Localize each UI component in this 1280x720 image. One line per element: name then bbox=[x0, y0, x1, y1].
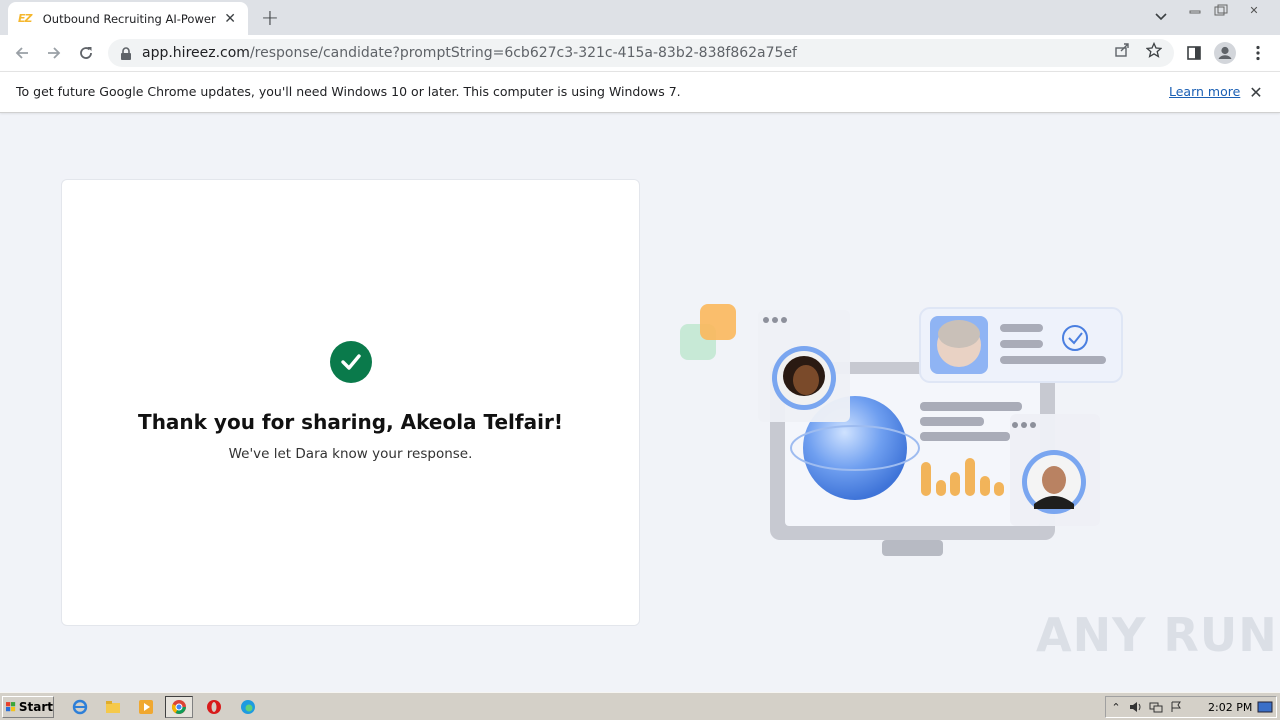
ie-icon[interactable] bbox=[66, 696, 94, 718]
network-icon[interactable] bbox=[1146, 698, 1166, 716]
edge-icon[interactable] bbox=[234, 696, 262, 718]
window-restore-icon[interactable] bbox=[1210, 1, 1232, 19]
browser-tab[interactable]: EZ Outbound Recruiting AI-Powered Pla ✕ bbox=[8, 2, 248, 35]
start-label: Start bbox=[18, 700, 53, 714]
card-dot bbox=[763, 317, 769, 323]
url-host: app.hireez.com bbox=[142, 45, 250, 61]
screen-bar bbox=[965, 458, 975, 496]
menu-icon[interactable] bbox=[1246, 41, 1270, 65]
tab-search-icon[interactable] bbox=[1152, 8, 1170, 26]
new-tab-icon[interactable]: + bbox=[258, 6, 282, 31]
screen-bar bbox=[980, 476, 990, 496]
card-line bbox=[1000, 340, 1043, 348]
recruiting-illustration bbox=[680, 304, 1123, 556]
infobar-close-icon[interactable]: ✕ bbox=[1247, 83, 1265, 102]
forward-icon[interactable] bbox=[42, 41, 66, 65]
decor-square-orange bbox=[700, 304, 736, 340]
show-desktop-icon[interactable] bbox=[1254, 696, 1276, 718]
back-icon[interactable] bbox=[10, 41, 34, 65]
side-panel-icon[interactable] bbox=[1182, 41, 1206, 65]
hireez-favicon-icon: EZ bbox=[18, 11, 32, 25]
card-dot bbox=[1021, 422, 1027, 428]
tab-strip: EZ Outbound Recruiting AI-Powered Pla ✕ … bbox=[0, 0, 1280, 35]
thank-you-heading: Thank you for sharing, Akeola Telfair! bbox=[138, 410, 563, 434]
avatar-face bbox=[1042, 466, 1066, 494]
card-dot bbox=[772, 317, 778, 323]
share-icon[interactable] bbox=[1112, 41, 1132, 59]
screen-bar bbox=[921, 462, 931, 496]
clock: 2:02 PM bbox=[1208, 701, 1253, 714]
response-subtext: We've let Dara know your response. bbox=[228, 446, 473, 462]
screen-line bbox=[920, 432, 1010, 441]
opera-icon[interactable] bbox=[200, 696, 228, 718]
tray-expand-icon[interactable]: ⌃ bbox=[1106, 698, 1126, 716]
address-bar[interactable]: app.hireez.com/response/candidate?prompt… bbox=[108, 39, 1174, 67]
screen-line bbox=[920, 417, 984, 426]
card-dot bbox=[781, 317, 787, 323]
volume-icon[interactable] bbox=[1126, 698, 1146, 716]
taskbar: Start ⌃ 2:02 PM bbox=[0, 692, 1280, 720]
windows-flag-icon bbox=[6, 702, 16, 712]
action-center-flag-icon[interactable] bbox=[1166, 698, 1186, 716]
window-minimize-icon[interactable] bbox=[1184, 1, 1206, 19]
media-player-icon[interactable] bbox=[132, 696, 160, 718]
screen-line bbox=[920, 402, 1022, 411]
explorer-icon[interactable] bbox=[99, 696, 127, 718]
avatar-face bbox=[793, 365, 819, 395]
chrome-icon[interactable] bbox=[165, 696, 193, 718]
tab-title: Outbound Recruiting AI-Powered Pla bbox=[42, 11, 216, 26]
browser-toolbar: app.hireez.com/response/candidate?prompt… bbox=[0, 35, 1280, 71]
success-check-icon bbox=[330, 341, 372, 383]
card-line bbox=[1000, 356, 1106, 364]
card-dot bbox=[1012, 422, 1018, 428]
start-button[interactable]: Start bbox=[2, 696, 54, 718]
star-icon[interactable] bbox=[1144, 41, 1164, 59]
url-path: /response/candidate?promptString=6cb627c… bbox=[249, 45, 797, 61]
avatar-hair bbox=[938, 320, 980, 348]
tab-close-icon[interactable]: ✕ bbox=[222, 11, 238, 27]
lock-icon[interactable] bbox=[120, 46, 134, 60]
card-dot bbox=[1030, 422, 1036, 428]
screen-bar bbox=[994, 482, 1004, 496]
reload-icon[interactable] bbox=[74, 41, 98, 65]
window-close-icon[interactable]: ✕ bbox=[1240, 1, 1268, 19]
screen-bar bbox=[950, 472, 960, 496]
infobar-message: To get future Google Chrome updates, you… bbox=[16, 84, 681, 99]
monitor-stand bbox=[882, 540, 943, 556]
watermark: ANY RUN bbox=[1036, 608, 1278, 662]
card-line bbox=[1000, 324, 1043, 332]
update-infobar: To get future Google Chrome updates, you… bbox=[0, 71, 1280, 113]
confirmation-card: Thank you for sharing, Akeola Telfair! W… bbox=[61, 179, 640, 626]
learn-more-link[interactable]: Learn more bbox=[1169, 84, 1240, 99]
screen-bar bbox=[936, 480, 946, 496]
profile-icon[interactable] bbox=[1213, 41, 1237, 65]
